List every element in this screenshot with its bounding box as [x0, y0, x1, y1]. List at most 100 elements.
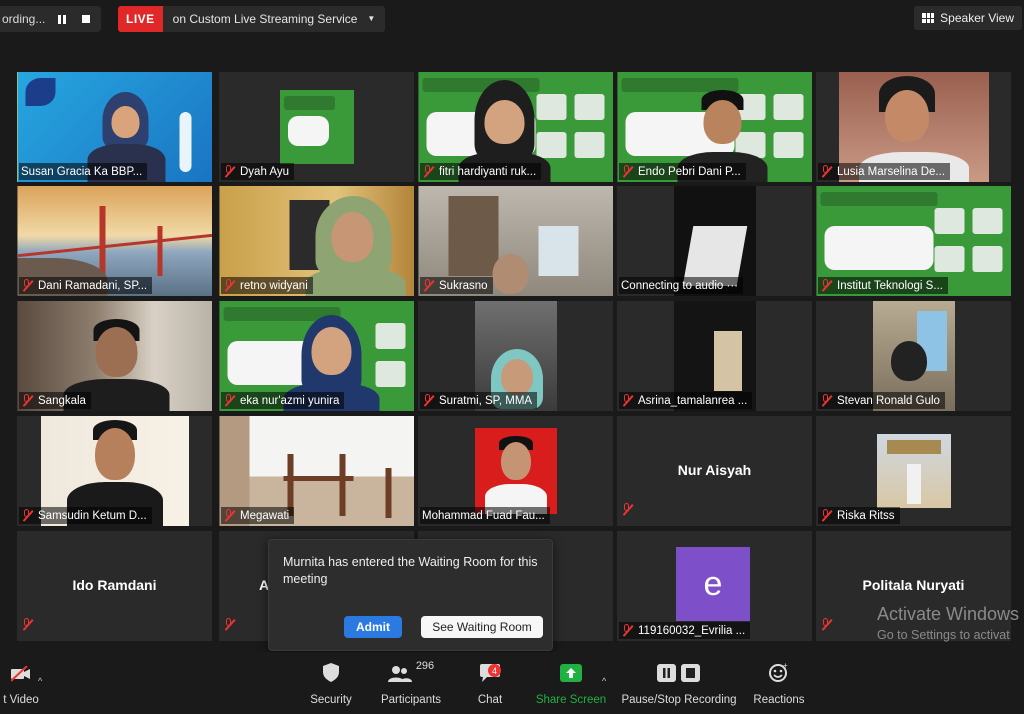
participant-tile[interactable]: Asrina_tamalanrea ... [617, 301, 812, 411]
participant-tile[interactable]: Nur Aisyah [617, 416, 812, 526]
gallery-grid-icon [922, 13, 935, 23]
participant-tile[interactable]: Megawati [219, 416, 414, 526]
muted-mic-indicator [21, 618, 26, 636]
participant-tile[interactable]: Suratmi, SP, MMA [418, 301, 613, 411]
participants-icon: 296 [387, 652, 435, 682]
muted-mic-icon [21, 394, 33, 407]
live-badge: LIVE [118, 6, 163, 32]
chevron-up-icon[interactable]: ^ [38, 676, 42, 686]
participant-tile[interactable]: Riska Ritss [816, 416, 1011, 526]
muted-mic-icon [422, 165, 434, 178]
muted-mic-icon [223, 279, 235, 292]
participant-tile[interactable]: Susan Gracia Ka BBP... [17, 72, 212, 182]
muted-mic-icon [820, 394, 832, 407]
pause-recording-button[interactable] [55, 12, 69, 26]
live-service-label: on Custom Live Streaming Service [172, 12, 358, 26]
video-label: t Video [3, 694, 39, 706]
recording-controls-icon [657, 652, 701, 682]
chevron-down-icon: ▼ [367, 14, 376, 23]
activate-windows-watermark: Activate Windows Go to Settings to activ… [877, 604, 1019, 642]
shield-icon [323, 652, 339, 682]
participant-tile[interactable]: eka nur'azmi yunira [219, 301, 414, 411]
waiting-room-notification: Murnita has entered the Waiting Room for… [268, 539, 553, 651]
muted-mic-indicator [621, 503, 626, 521]
muted-mic-icon [820, 279, 832, 292]
pause-icon [58, 14, 67, 24]
pause-stop-recording-button[interactable]: Pause/Stop Recording [621, 652, 737, 714]
participant-name-label: Riska Ritss [818, 507, 900, 524]
participant-name-label: Connecting to audio ··· [619, 277, 743, 294]
participant-name-label: Dani Ramadani, SP... [19, 277, 153, 294]
participant-name-label: Susan Gracia Ka BBP... [19, 163, 148, 180]
participants-button[interactable]: 296 Participants [376, 652, 446, 714]
reactions-button[interactable]: + Reactions [752, 652, 806, 714]
participant-name-label: fitri hardiyanti ruk... [420, 163, 542, 180]
admit-button[interactable]: Admit [344, 616, 402, 638]
participant-name-label: Stevan Ronald Gulo [818, 392, 945, 409]
participant-tile[interactable]: Connecting to audio ··· [617, 186, 812, 296]
see-waiting-room-button[interactable]: See Waiting Room [421, 616, 543, 638]
security-button[interactable]: Security [306, 652, 356, 714]
participant-tile[interactable]: fitri hardiyanti ruk... [418, 72, 613, 182]
muted-mic-icon [621, 624, 633, 637]
participant-tile[interactable]: Stevan Ronald Gulo [816, 301, 1011, 411]
live-stream-indicator[interactable]: LIVE on Custom Live Streaming Service ▼ [118, 6, 386, 32]
recording-label: Pause/Stop Recording [621, 694, 737, 706]
participant-tile[interactable]: Dani Ramadani, SP... [17, 186, 212, 296]
participant-tile[interactable]: Institut Teknologi S... [816, 186, 1011, 296]
security-label: Security [310, 694, 352, 706]
participant-tile[interactable]: Dyah Ayu [219, 72, 414, 182]
muted-mic-icon [223, 394, 235, 407]
video-off-icon [11, 652, 31, 682]
participant-video [474, 428, 557, 514]
speaker-view-button[interactable]: Speaker View [914, 6, 1022, 30]
recording-label: ording... [2, 12, 46, 26]
participant-name-label: Samsudin Ketum D... [19, 507, 152, 524]
participant-name-label: Megawati [221, 507, 295, 524]
meeting-toolbar: ^ t Video Security 296 Participants 4 Ch… [0, 652, 1024, 714]
svg-text:+: + [783, 662, 788, 670]
participant-name-label: Sukrasno [420, 277, 493, 294]
participant-tile[interactable]: Sangkala [17, 301, 212, 411]
participant-name-label: Lusia Marselina De... [818, 163, 951, 180]
participant-tile[interactable]: Mohammad Fuad Fau... [418, 416, 613, 526]
avatar: e [676, 547, 750, 621]
participant-tile[interactable]: retno widyani [219, 186, 414, 296]
participant-tile[interactable]: Lusia Marselina De... [816, 72, 1011, 182]
reactions-label: Reactions [753, 694, 805, 706]
participant-display-name: Politala Nuryati [862, 577, 965, 593]
participant-tile[interactable]: Endo Pebri Dani P... [617, 72, 812, 182]
participant-name-label: 119160032_Evrilia ... [619, 622, 751, 639]
participant-name-label: Asrina_tamalanrea ... [619, 392, 753, 409]
participant-tile[interactable]: e 119160032_Evrilia ... [617, 531, 812, 641]
muted-mic-icon [621, 394, 633, 407]
notification-message: Murnita has entered the Waiting Room for… [283, 555, 538, 586]
muted-mic-icon [422, 279, 434, 292]
participant-tile[interactable]: Samsudin Ketum D... [17, 416, 212, 526]
participant-video [279, 90, 354, 164]
muted-mic-icon [21, 279, 33, 292]
participant-tile[interactable]: Ido Ramdani [17, 531, 212, 641]
chat-label: Chat [477, 694, 503, 706]
share-screen-button[interactable]: ^ Share Screen [536, 652, 606, 714]
chat-button[interactable]: 4 Chat [470, 652, 510, 714]
participant-name-label: Dyah Ayu [221, 163, 295, 180]
live-service-dropdown[interactable]: on Custom Live Streaming Service ▼ [162, 6, 386, 32]
participants-count: 296 [415, 660, 435, 672]
stop-video-button[interactable]: ^ t Video [0, 652, 42, 714]
participant-name-label: Mohammad Fuad Fau... [420, 507, 550, 524]
muted-mic-icon [422, 394, 434, 407]
muted-mic-icon [21, 509, 33, 522]
participant-tile[interactable]: Sukrasno [418, 186, 613, 296]
muted-mic-icon [223, 509, 235, 522]
stop-recording-button[interactable] [79, 12, 93, 26]
top-bar: ording... LIVE on Custom Live Streaming … [0, 0, 1024, 38]
watermark-title: Activate Windows [877, 604, 1020, 624]
participant-video [876, 434, 951, 508]
participant-display-name: Nur Aisyah [677, 462, 752, 478]
share-screen-label: Share Screen [535, 694, 607, 706]
chevron-up-icon[interactable]: ^ [602, 676, 606, 686]
speaker-view-label: Speaker View [940, 11, 1014, 25]
muted-mic-indicator [820, 618, 825, 636]
participant-name-label: retno widyani [221, 277, 313, 294]
